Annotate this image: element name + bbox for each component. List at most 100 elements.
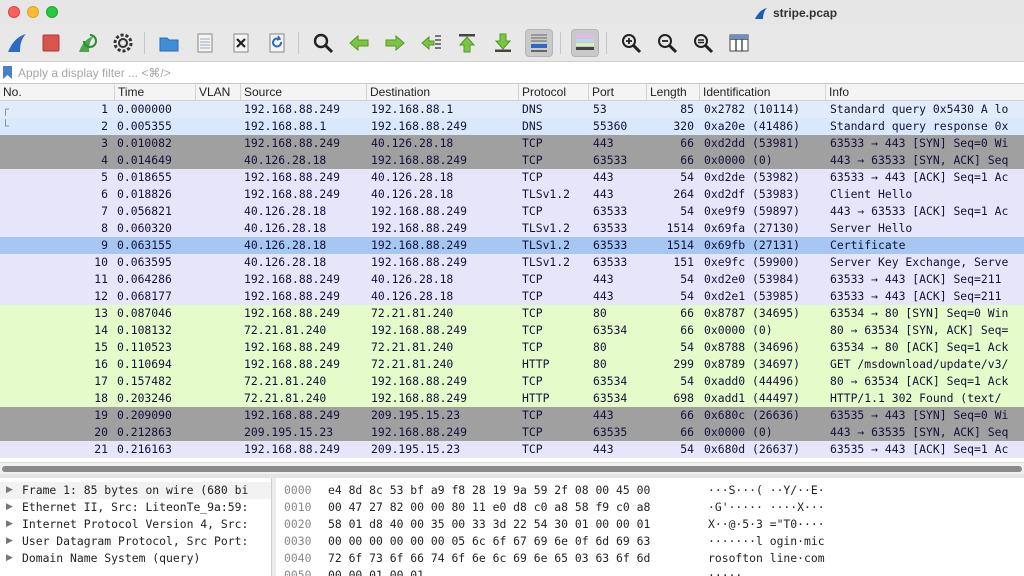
cell-destination: 209.195.15.23 [371, 408, 461, 422]
restart-capture-icon[interactable] [73, 29, 101, 57]
packet-row[interactable]: 5 0.018655 192.168.88.249 40.126.28.18 TCP 44… [0, 169, 1024, 186]
cell-source: 192.168.88.249 [244, 340, 341, 354]
packet-row[interactable]: 9 0.063155 40.126.28.18 192.168.88.249 TLSv1… [0, 237, 1024, 254]
packet-list[interactable]: No. Time VLAN Source Destination Protoco… [0, 84, 1024, 462]
stop-capture-icon[interactable] [37, 29, 65, 57]
bytes-hex: 00 00 00 00 00 00 05 6c 6f 67 69 6e 0f 6… [328, 534, 651, 548]
cell-no: 11 [94, 272, 108, 286]
expand-triangle-icon[interactable]: ▶ [6, 550, 13, 567]
column-header-vlan[interactable]: VLAN [195, 84, 240, 101]
scrollbar-thumb[interactable] [2, 466, 1022, 472]
bytes-row[interactable]: 0010 00 47 27 82 00 00 80 11 e0 d8 c0 a8 … [276, 499, 1024, 516]
colorize-icon[interactable] [571, 29, 599, 57]
bytes-ascii: rosofton line·com [708, 551, 825, 565]
packet-row[interactable]: 14 0.108132 72.21.81.240 192.168.88.249 TCP 6… [0, 322, 1024, 339]
cell-length: 66 [680, 306, 694, 320]
expand-triangle-icon[interactable]: ▶ [6, 533, 13, 550]
cell-source: 192.168.88.1 [244, 119, 327, 133]
cell-info: 443 → 63533 [ACK] Seq=1 Ac [830, 204, 1009, 218]
column-header-no[interactable]: No. [0, 84, 114, 101]
cell-identification: 0x0000 (0) [704, 323, 773, 337]
expand-triangle-icon[interactable]: ▶ [6, 499, 13, 516]
go-forward-icon[interactable] [381, 29, 409, 57]
reload-file-icon[interactable] [263, 29, 291, 57]
display-filter-input[interactable] [16, 63, 1020, 82]
detail-tree-item[interactable]: ▶ Frame 1: 85 bytes on wire (680 bi [0, 482, 271, 499]
cell-time: 0.060320 [117, 221, 172, 235]
detail-tree-item[interactable]: ▶ Domain Name System (query) [0, 550, 271, 567]
cell-time: 0.010082 [117, 136, 172, 150]
packet-row[interactable]: 19 0.209090 192.168.88.249 209.195.15.23 TCP… [0, 407, 1024, 424]
expand-triangle-icon[interactable]: ▶ [6, 482, 13, 499]
save-file-icon[interactable] [191, 29, 219, 57]
packet-row[interactable]: 13 0.087046 192.168.88.249 72.21.81.240 TCP 8… [0, 305, 1024, 322]
column-header-identification[interactable]: Identification [699, 84, 825, 101]
packet-row[interactable]: 10 0.063595 40.126.28.18 192.168.88.249 TLSv… [0, 254, 1024, 271]
packet-row[interactable]: 11 0.064286 192.168.88.249 40.126.28.18 TCP 4… [0, 271, 1024, 288]
packet-row[interactable]: 12 0.068177 192.168.88.249 40.126.28.18 TCP 4… [0, 288, 1024, 305]
detail-tree-item[interactable]: ▶ Ethernet II, Src: LiteonTe_9a:59: [0, 499, 271, 516]
go-to-packet-icon[interactable] [417, 29, 445, 57]
detail-tree-item[interactable]: ▶ User Datagram Protocol, Src Port: [0, 533, 271, 550]
packet-row[interactable]: 3 0.010082 192.168.88.249 40.126.28.18 TCP 44… [0, 135, 1024, 152]
cell-no: 15 [94, 340, 108, 354]
toolbar-separator [298, 32, 299, 54]
column-header-time[interactable]: Time [114, 84, 195, 101]
start-capture-icon[interactable] [3, 29, 31, 57]
column-header-length[interactable]: Length [646, 84, 699, 101]
column-header-port[interactable]: Port [588, 84, 646, 101]
zoom-window-button[interactable] [46, 6, 58, 18]
packet-row[interactable]: 18 0.203246 72.21.81.240 192.168.88.249 HTTP… [0, 390, 1024, 407]
open-file-icon[interactable] [155, 29, 183, 57]
bytes-row[interactable]: 0040 72 6f 73 6f 66 74 6f 6e 6c 69 6e 65 … [276, 550, 1024, 567]
cell-time: 0.209090 [117, 408, 172, 422]
cell-info: 63533 → 443 [SYN] Seq=0 Wi [830, 136, 1009, 150]
cell-protocol: TLSv1.2 [522, 187, 571, 201]
bookmark-icon[interactable] [3, 66, 12, 79]
resize-columns-icon[interactable] [725, 29, 753, 57]
close-file-icon[interactable] [227, 29, 255, 57]
packet-row[interactable]: 8 0.060320 40.126.28.18 192.168.88.249 TLSv1… [0, 220, 1024, 237]
cell-port: 63534 [593, 391, 628, 405]
packet-row[interactable]: 20 0.212863 209.195.15.23 192.168.88.249 TCP… [0, 424, 1024, 441]
packet-row[interactable]: 17 0.157482 72.21.81.240 192.168.88.249 TCP 6… [0, 373, 1024, 390]
packet-row[interactable]: └ 2 0.005355 192.168.88.1 192.168.88.249 DNS 5… [0, 118, 1024, 135]
go-first-packet-icon[interactable] [453, 29, 481, 57]
zoom-out-icon[interactable] [653, 29, 681, 57]
column-header-protocol[interactable]: Protocol [518, 84, 588, 101]
find-packet-icon[interactable] [309, 29, 337, 57]
bytes-row[interactable]: 0020 58 01 d8 40 00 35 00 33 3d 22 54 30 … [276, 516, 1024, 533]
go-last-packet-icon[interactable] [489, 29, 517, 57]
go-back-icon[interactable] [345, 29, 373, 57]
bytes-row[interactable]: 0050 00 00 01 00 01 ····· [276, 567, 1024, 576]
packet-row[interactable]: 15 0.110523 192.168.88.249 72.21.81.240 TCP 8… [0, 339, 1024, 356]
packet-row[interactable]: 4 0.014649 40.126.28.18 192.168.88.249 TCP 63… [0, 152, 1024, 169]
column-header-destination[interactable]: Destination [366, 84, 518, 101]
column-header-source[interactable]: Source [240, 84, 366, 101]
cell-source: 72.21.81.240 [244, 391, 327, 405]
packet-row[interactable]: 21 0.216163 192.168.88.249 209.195.15.23 TCP… [0, 441, 1024, 458]
cell-destination: 192.168.88.249 [371, 153, 468, 167]
capture-options-icon[interactable] [109, 29, 137, 57]
column-header-info[interactable]: Info [825, 84, 1024, 101]
packet-row[interactable]: 6 0.018826 192.168.88.249 40.126.28.18 TLSv1… [0, 186, 1024, 203]
bytes-row[interactable]: 0000 e4 8d 8c 53 bf a9 f8 28 19 9a 59 2f … [276, 482, 1024, 499]
minimize-window-button[interactable] [27, 6, 39, 18]
packet-list-scrollbar[interactable] [0, 462, 1024, 474]
zoom-in-icon[interactable] [617, 29, 645, 57]
expand-triangle-icon[interactable]: ▶ [6, 516, 13, 533]
cell-time: 0.005355 [117, 119, 172, 133]
normal-size-icon[interactable] [689, 29, 717, 57]
packet-bytes-pane[interactable]: 0000 e4 8d 8c 53 bf a9 f8 28 19 9a 59 2f … [276, 478, 1024, 576]
packet-details-pane[interactable]: ▶ Frame 1: 85 bytes on wire (680 bi ▶ Ether… [0, 478, 272, 576]
packet-row[interactable]: ┌ 1 0.000000 192.168.88.249 192.168.88.1 DNS 5… [0, 101, 1024, 118]
cell-source: 192.168.88.249 [244, 442, 341, 456]
detail-tree-item[interactable]: ▶ Internet Protocol Version 4, Src: [0, 516, 271, 533]
packet-row[interactable]: 7 0.056821 40.126.28.18 192.168.88.249 TCP 63… [0, 203, 1024, 220]
packet-row[interactable]: 16 0.110694 192.168.88.249 72.21.81.240 HTTP… [0, 356, 1024, 373]
bytes-row[interactable]: 0030 00 00 00 00 00 00 05 6c 6f 67 69 6e … [276, 533, 1024, 550]
cell-identification: 0x0000 (0) [704, 425, 773, 439]
close-window-button[interactable] [8, 6, 20, 18]
autoscroll-icon[interactable] [525, 29, 553, 57]
cell-no: 3 [101, 136, 108, 150]
